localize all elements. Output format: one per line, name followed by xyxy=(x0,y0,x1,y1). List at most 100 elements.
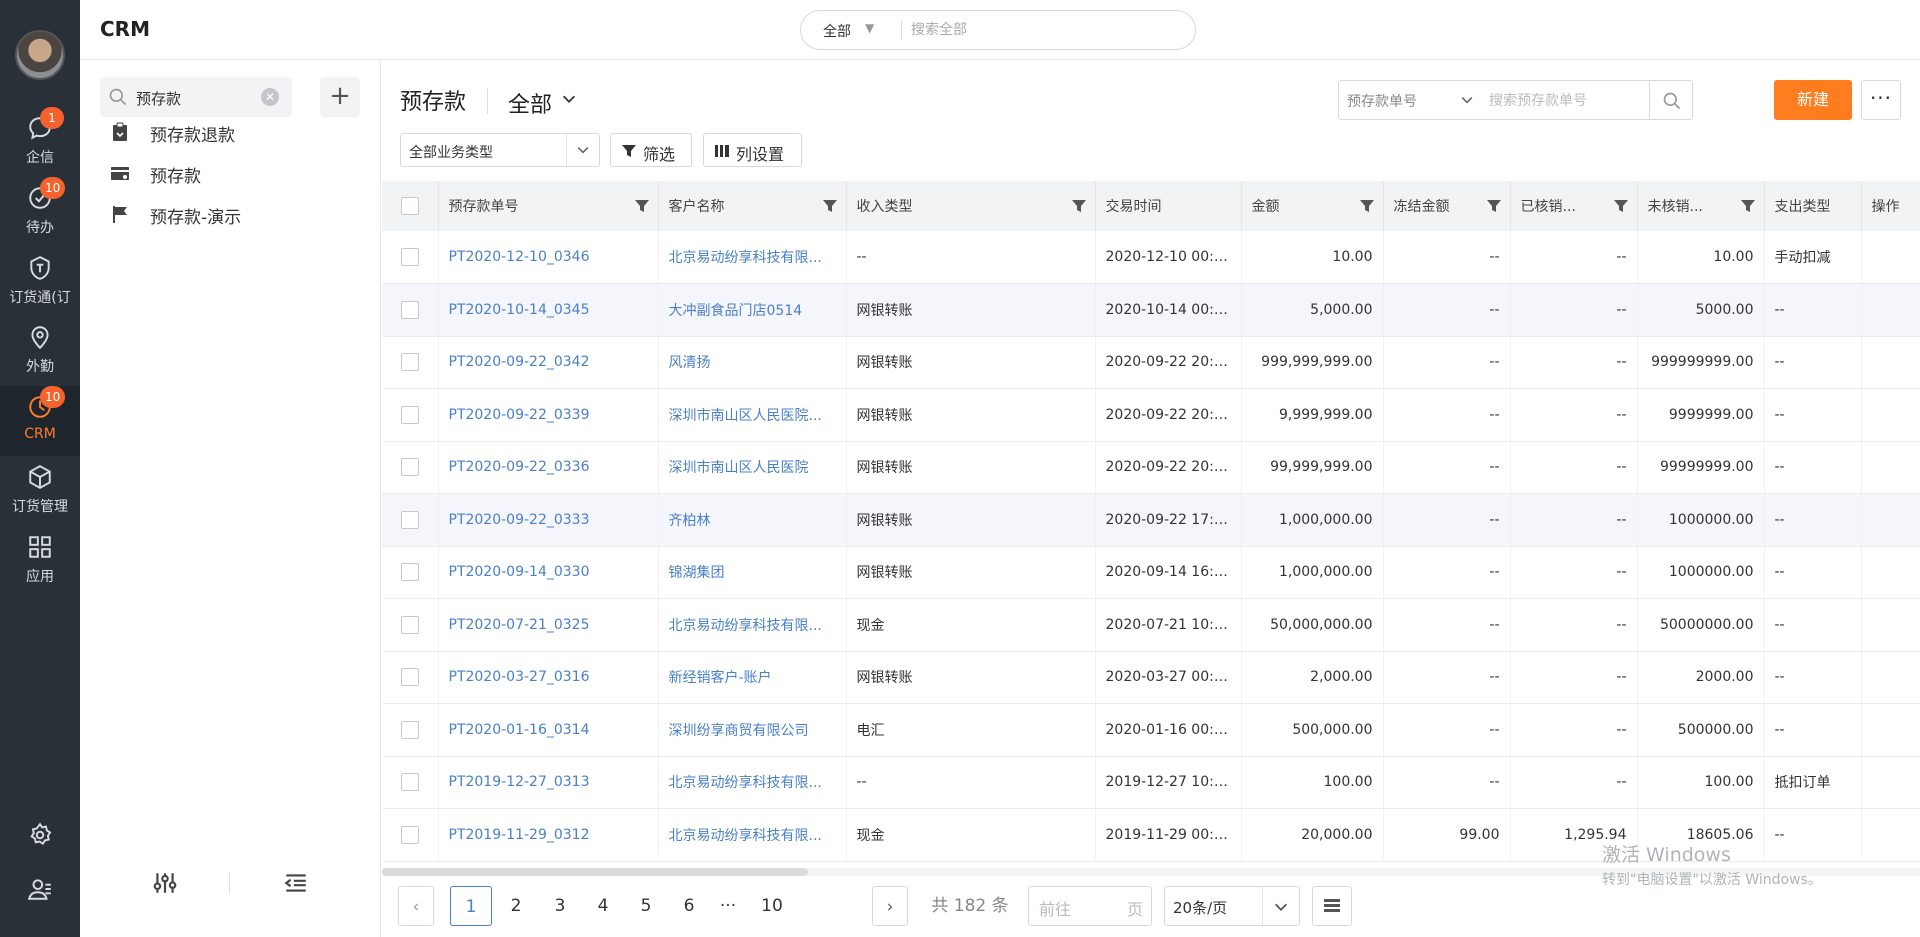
page-link[interactable]: 1 xyxy=(450,886,492,926)
customer-link[interactable]: 深圳市南山区人民医院 xyxy=(669,460,809,476)
filter-icon[interactable] xyxy=(1359,198,1375,214)
header-cell[interactable]: 未核销... xyxy=(1637,181,1765,231)
customer-link[interactable]: 风清扬 xyxy=(669,355,711,371)
row-select-cell[interactable] xyxy=(382,546,439,599)
next-page-button[interactable]: › xyxy=(872,886,908,926)
clear-icon[interactable]: ✕ xyxy=(261,88,279,106)
table-cell[interactable]: 北京易动纷享科技有限... xyxy=(658,808,847,862)
customer-link[interactable]: 北京易动纷享科技有限... xyxy=(669,775,822,791)
global-search-scope[interactable]: 全部 xyxy=(823,21,851,41)
record-link[interactable]: PT2020-01-16_0314 xyxy=(449,722,590,738)
column-settings-button[interactable]: 列设置 xyxy=(703,133,802,167)
sidebar-item-prepay-refund[interactable]: 预存款退款 xyxy=(100,114,360,150)
customer-link[interactable]: 深圳市南山区人民医院... xyxy=(669,408,822,424)
record-link[interactable]: PT2020-10-14_0345 xyxy=(449,302,590,318)
sliders-icon[interactable] xyxy=(152,870,178,896)
prev-page-button[interactable]: ‹ xyxy=(398,886,434,926)
table-cell[interactable]: 深圳市南山区人民医院... xyxy=(658,388,847,442)
table-cell[interactable]: 深圳纷享商贸有限公司 xyxy=(658,703,847,757)
customer-link[interactable]: 深圳纷享商贸有限公司 xyxy=(669,723,809,739)
rail-item-1[interactable]: 待办 10 xyxy=(0,177,80,247)
row-checkbox[interactable] xyxy=(400,720,419,739)
page-link[interactable]: 6 xyxy=(671,886,707,926)
search-field-select[interactable]: 预存款单号 xyxy=(1347,91,1417,111)
global-search[interactable]: 全部 ▼ xyxy=(800,10,1196,50)
record-link[interactable]: PT2020-03-27_0316 xyxy=(449,669,590,685)
user-manage-icon[interactable] xyxy=(27,876,53,902)
filter-icon[interactable] xyxy=(1613,198,1629,214)
row-select-cell[interactable] xyxy=(382,703,439,757)
table-cell[interactable]: PT2019-12-27_0313 xyxy=(438,756,659,809)
row-select-cell[interactable] xyxy=(382,598,439,652)
settings-gear-icon[interactable] xyxy=(27,822,53,848)
record-link[interactable]: PT2019-12-27_0313 xyxy=(449,774,590,790)
global-search-input[interactable] xyxy=(911,19,1181,41)
header-select-all[interactable] xyxy=(382,181,439,231)
page-ellipsis[interactable]: ··· xyxy=(710,886,746,926)
table-row[interactable]: PT2020-09-22_0342 风清扬 网银转账 2020-09-22 20:45… xyxy=(382,336,1920,389)
table-cell[interactable]: 大冲副食品门店0514 xyxy=(658,283,847,337)
object-search[interactable]: 预存款 ✕ xyxy=(100,77,292,117)
page-link[interactable]: 5 xyxy=(628,886,664,926)
object-search-value[interactable]: 预存款 xyxy=(136,88,181,109)
record-link[interactable]: PT2020-07-21_0325 xyxy=(449,617,590,633)
rail-item-0[interactable]: 企信 1 xyxy=(0,107,80,177)
table-cell[interactable]: PT2020-09-14_0330 xyxy=(438,546,659,599)
customer-link[interactable]: 北京易动纷享科技有限... xyxy=(669,828,822,844)
row-checkbox[interactable] xyxy=(400,773,419,792)
table-row[interactable]: PT2020-10-14_0345 大冲副食品门店0514 网银转账 2020-10-… xyxy=(382,283,1920,337)
collapse-sidebar-icon[interactable] xyxy=(283,870,309,896)
record-link[interactable]: PT2019-11-29_0312 xyxy=(449,827,590,843)
table-cell[interactable]: PT2020-09-22_0339 xyxy=(438,388,659,442)
customer-link[interactable]: 齐柏林 xyxy=(669,513,711,529)
goto-page-input[interactable]: 前往 页 xyxy=(1028,886,1152,926)
table-cell[interactable]: PT2020-12-10_0346 xyxy=(438,231,659,284)
avatar[interactable] xyxy=(15,30,65,80)
table-cell[interactable]: 北京易动纷享科技有限... xyxy=(658,598,847,652)
new-button[interactable]: 新建 xyxy=(1774,80,1852,120)
table-row[interactable]: PT2020-09-14_0330 锦湖集团 网银转账 2020-09-14 16:2… xyxy=(382,546,1920,599)
chevron-down-icon[interactable] xyxy=(1459,92,1475,108)
row-checkbox[interactable] xyxy=(400,353,419,372)
table-cell[interactable]: 北京易动纷享科技有限... xyxy=(658,756,847,809)
table-cell[interactable]: PT2019-11-29_0312 xyxy=(438,808,659,862)
row-select-cell[interactable] xyxy=(382,231,439,284)
scrollbar-thumb[interactable] xyxy=(382,868,808,876)
table-cell[interactable]: 锦湖集团 xyxy=(658,546,847,599)
page-size-select[interactable]: 20条/页 xyxy=(1164,886,1300,926)
row-select-cell[interactable] xyxy=(382,336,439,389)
rail-item-5[interactable]: 订货管理 xyxy=(0,456,80,526)
table-cell[interactable]: PT2020-09-22_0336 xyxy=(438,441,659,494)
header-cell[interactable]: 客户名称 xyxy=(658,181,847,231)
filter-icon[interactable] xyxy=(1486,198,1502,214)
row-checkbox[interactable] xyxy=(400,615,419,634)
biz-type-select[interactable]: 全部业务类型 xyxy=(400,133,600,167)
table-row[interactable]: PT2020-03-27_0316 新经销客户-账户 网银转账 2020-03-27 … xyxy=(382,651,1920,704)
page-link[interactable]: 4 xyxy=(585,886,621,926)
record-link[interactable]: PT2020-09-22_0336 xyxy=(449,459,590,475)
row-checkbox[interactable] xyxy=(400,300,419,319)
record-link[interactable]: PT2020-09-22_0342 xyxy=(449,354,590,370)
row-select-cell[interactable] xyxy=(382,493,439,547)
table-cell[interactable]: PT2020-03-27_0316 xyxy=(438,651,659,704)
header-cell[interactable]: 支出类型 xyxy=(1764,181,1862,231)
sidebar-item-prepay-demo[interactable]: 预存款-演示 xyxy=(100,196,360,232)
filter-icon[interactable] xyxy=(1071,198,1087,214)
filter-icon[interactable] xyxy=(822,198,838,214)
header-cell[interactable]: 金额 xyxy=(1241,181,1384,231)
table-cell[interactable]: 新经销客户-账户 xyxy=(658,651,847,704)
row-select-cell[interactable] xyxy=(382,808,439,862)
add-object-button[interactable]: + xyxy=(320,77,360,117)
sidebar-item-prepay[interactable]: 预存款 xyxy=(100,155,360,191)
table-cell[interactable]: PT2020-07-21_0325 xyxy=(438,598,659,652)
scope-selector[interactable]: 全部 xyxy=(508,87,552,119)
rail-item-4[interactable]: CRM 10 xyxy=(0,386,80,456)
row-checkbox[interactable] xyxy=(400,563,419,582)
customer-link[interactable]: 锦湖集团 xyxy=(669,565,725,581)
search-button[interactable] xyxy=(1649,81,1692,119)
customer-link[interactable]: 大冲副食品门店0514 xyxy=(669,303,803,319)
row-checkbox[interactable] xyxy=(400,405,419,424)
row-select-cell[interactable] xyxy=(382,651,439,704)
table-row[interactable]: PT2020-09-22_0336 深圳市南山区人民医院 网银转账 2020-09-2… xyxy=(382,441,1920,494)
table-cell[interactable]: 齐柏林 xyxy=(658,493,847,547)
